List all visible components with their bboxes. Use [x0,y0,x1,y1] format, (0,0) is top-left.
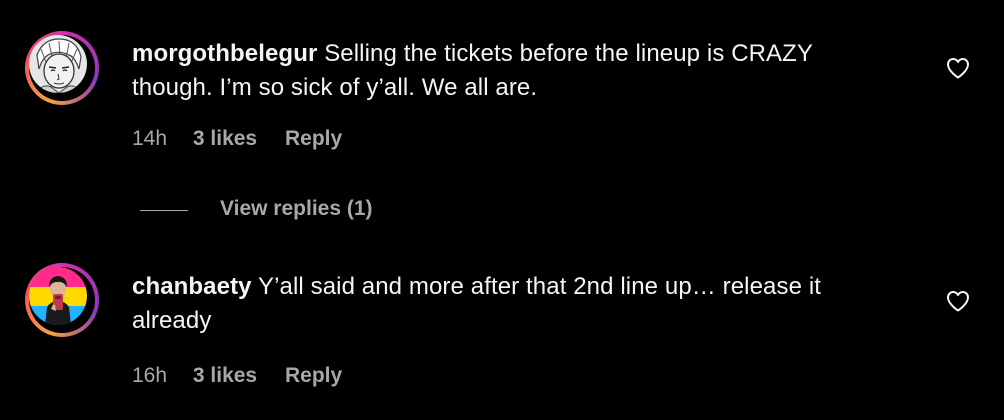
comment-item: chanbaety Y’all said and more after that… [0,250,1004,420]
comment-timestamp[interactable]: 14h [132,127,167,151]
comment-timestamp[interactable]: 16h [132,364,167,388]
replies-divider-line [140,210,188,211]
reply-button[interactable]: Reply [285,127,342,151]
avatar[interactable] [29,35,87,93]
comment-likes-count[interactable]: 3 likes [193,364,257,388]
reply-button[interactable]: Reply [285,364,342,388]
comment-meta: 14h 3 likes Reply [132,127,364,151]
comment-body: chanbaety Y’all said and more after that… [132,270,862,338]
comment-likes-count[interactable]: 3 likes [193,127,257,151]
heart-outline-icon[interactable] [946,57,970,79]
comment-body: morgothbelegur Selling the tickets befor… [132,37,862,105]
heart-outline-icon[interactable] [946,290,970,312]
view-replies-button[interactable]: View replies (1) [220,197,373,221]
comment-meta: 16h 3 likes Reply [132,364,364,388]
manga-character-avatar-icon [29,35,87,93]
avatar-story-ring[interactable] [25,31,99,105]
pansexual-flag-selfie-avatar-icon [29,267,87,325]
comment-item: morgothbelegur Selling the tickets befor… [0,0,1004,240]
comment-username[interactable]: chanbaety [132,273,252,300]
avatar[interactable] [29,267,87,325]
comment-username[interactable]: morgothbelegur [132,40,317,67]
avatar-story-ring[interactable] [25,263,99,337]
